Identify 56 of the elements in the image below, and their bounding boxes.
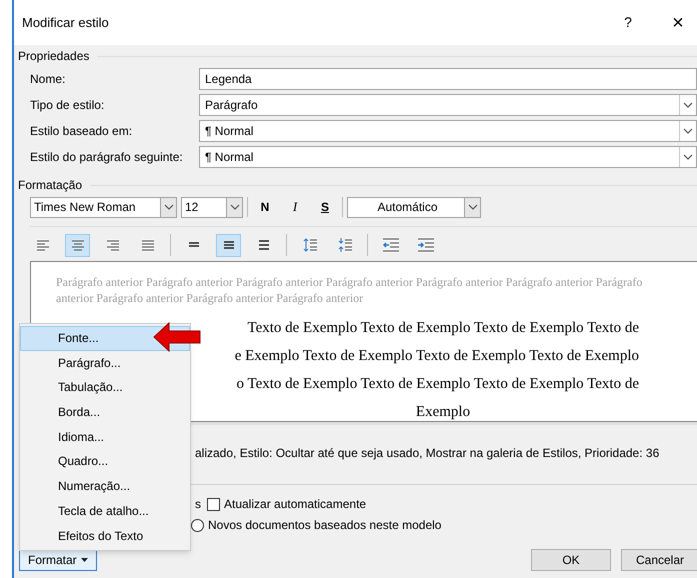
menu-item[interactable]: Tabulação... <box>20 375 190 400</box>
bold-button[interactable]: N <box>252 198 278 216</box>
menu-item[interactable]: Tecla de atalho... <box>20 498 190 524</box>
checkbox-label: Atualizar automaticamente <box>224 496 366 513</box>
increase-indent-icon <box>416 238 434 252</box>
field-label: Estilo do parágrafo seguinte: <box>30 149 184 166</box>
chevron-icon[interactable] <box>464 198 480 216</box>
align-right-icon <box>104 238 120 252</box>
radio-label: Novos documentos baseados neste modelo <box>208 517 442 534</box>
paragraph-spacing-icon <box>336 237 352 253</box>
align-center-icon <box>70 238 86 252</box>
decrease-indent-icon <box>382 238 400 252</box>
sample-text-line: Texto de Exemplo Texto de Exemplo Texto de Exemplo Texto de <box>247 319 639 338</box>
chevron-icon[interactable] <box>226 198 242 216</box>
radio-button[interactable] <box>191 518 204 532</box>
style-description: alizado, Estilo: Ocultar até que seja usado, Mostrar na galeria de Estilos, Prioridade: 36 <box>195 445 660 462</box>
group-heading: Propriedades <box>18 48 90 65</box>
pointer-arrow-icon <box>153 322 201 352</box>
help-button[interactable]: ? <box>613 12 643 33</box>
field-label: Estilo baseado em: <box>30 123 134 140</box>
underline-button[interactable]: S <box>312 198 338 216</box>
checkbox[interactable] <box>207 498 220 510</box>
size-dropdown[interactable]: 12 <box>181 196 243 218</box>
dropdown[interactable]: ¶ Normal <box>199 120 697 142</box>
align-justify-icon <box>140 238 156 252</box>
sample-text-line: e Exemplo Texto de Exemplo Texto de Exemplo Texto de Exemplo <box>234 347 639 366</box>
color-dropdown[interactable]: Automático <box>347 196 481 218</box>
field-label: Nome: <box>30 71 66 88</box>
chevron-icon[interactable] <box>160 198 176 216</box>
dropdown[interactable]: Parágrafo <box>199 94 697 116</box>
menu-item[interactable]: Numeração... <box>20 474 190 499</box>
dropdown[interactable]: ¶ Normal <box>199 146 697 168</box>
paragraph-spacing-icon <box>302 237 318 253</box>
group-heading: Formatação <box>18 177 82 194</box>
menu-item[interactable]: Borda... <box>20 400 190 425</box>
previous-paragraph-text: Parágrafo anterior Parágrafo anterior Parágrafo anterior Parágrafo anterior Parágrafo anterior Parágrafo anterior Parágrafo anterior Parágrafo anterior Parágrafo anterior Parágrafo anterior <box>55 274 644 306</box>
window-title: Modificar estilo <box>22 14 109 32</box>
option-label: s <box>195 496 201 513</box>
menu-item[interactable]: Parágrafo... <box>20 350 190 376</box>
ok-button[interactable]: OK <box>531 549 611 571</box>
field-label: Tipo de estilo: <box>30 97 106 114</box>
menu-item[interactable]: Efeitos do Texto <box>20 524 190 548</box>
align-button[interactable] <box>65 234 90 256</box>
cancel-button[interactable]: Cancelar <box>621 549 697 571</box>
format-button[interactable]: Formatar <box>19 549 97 571</box>
menu-item[interactable]: Quadro... <box>20 449 190 474</box>
sample-text-line: o Texto de Exemplo Texto de Exemplo Texto de Exemplo Texto de <box>236 375 639 394</box>
align-left-icon <box>34 238 50 252</box>
sample-text-line: Exemplo <box>416 403 470 422</box>
spacing-button[interactable] <box>216 234 241 256</box>
menu-item[interactable]: Idioma... <box>20 424 190 450</box>
font-dropdown[interactable]: Times New Roman <box>30 196 177 218</box>
close-button[interactable]: × <box>663 8 693 38</box>
caret-icon <box>80 558 88 562</box>
name-field[interactable]: Legenda <box>199 68 697 90</box>
italic-button[interactable]: I <box>282 197 308 217</box>
